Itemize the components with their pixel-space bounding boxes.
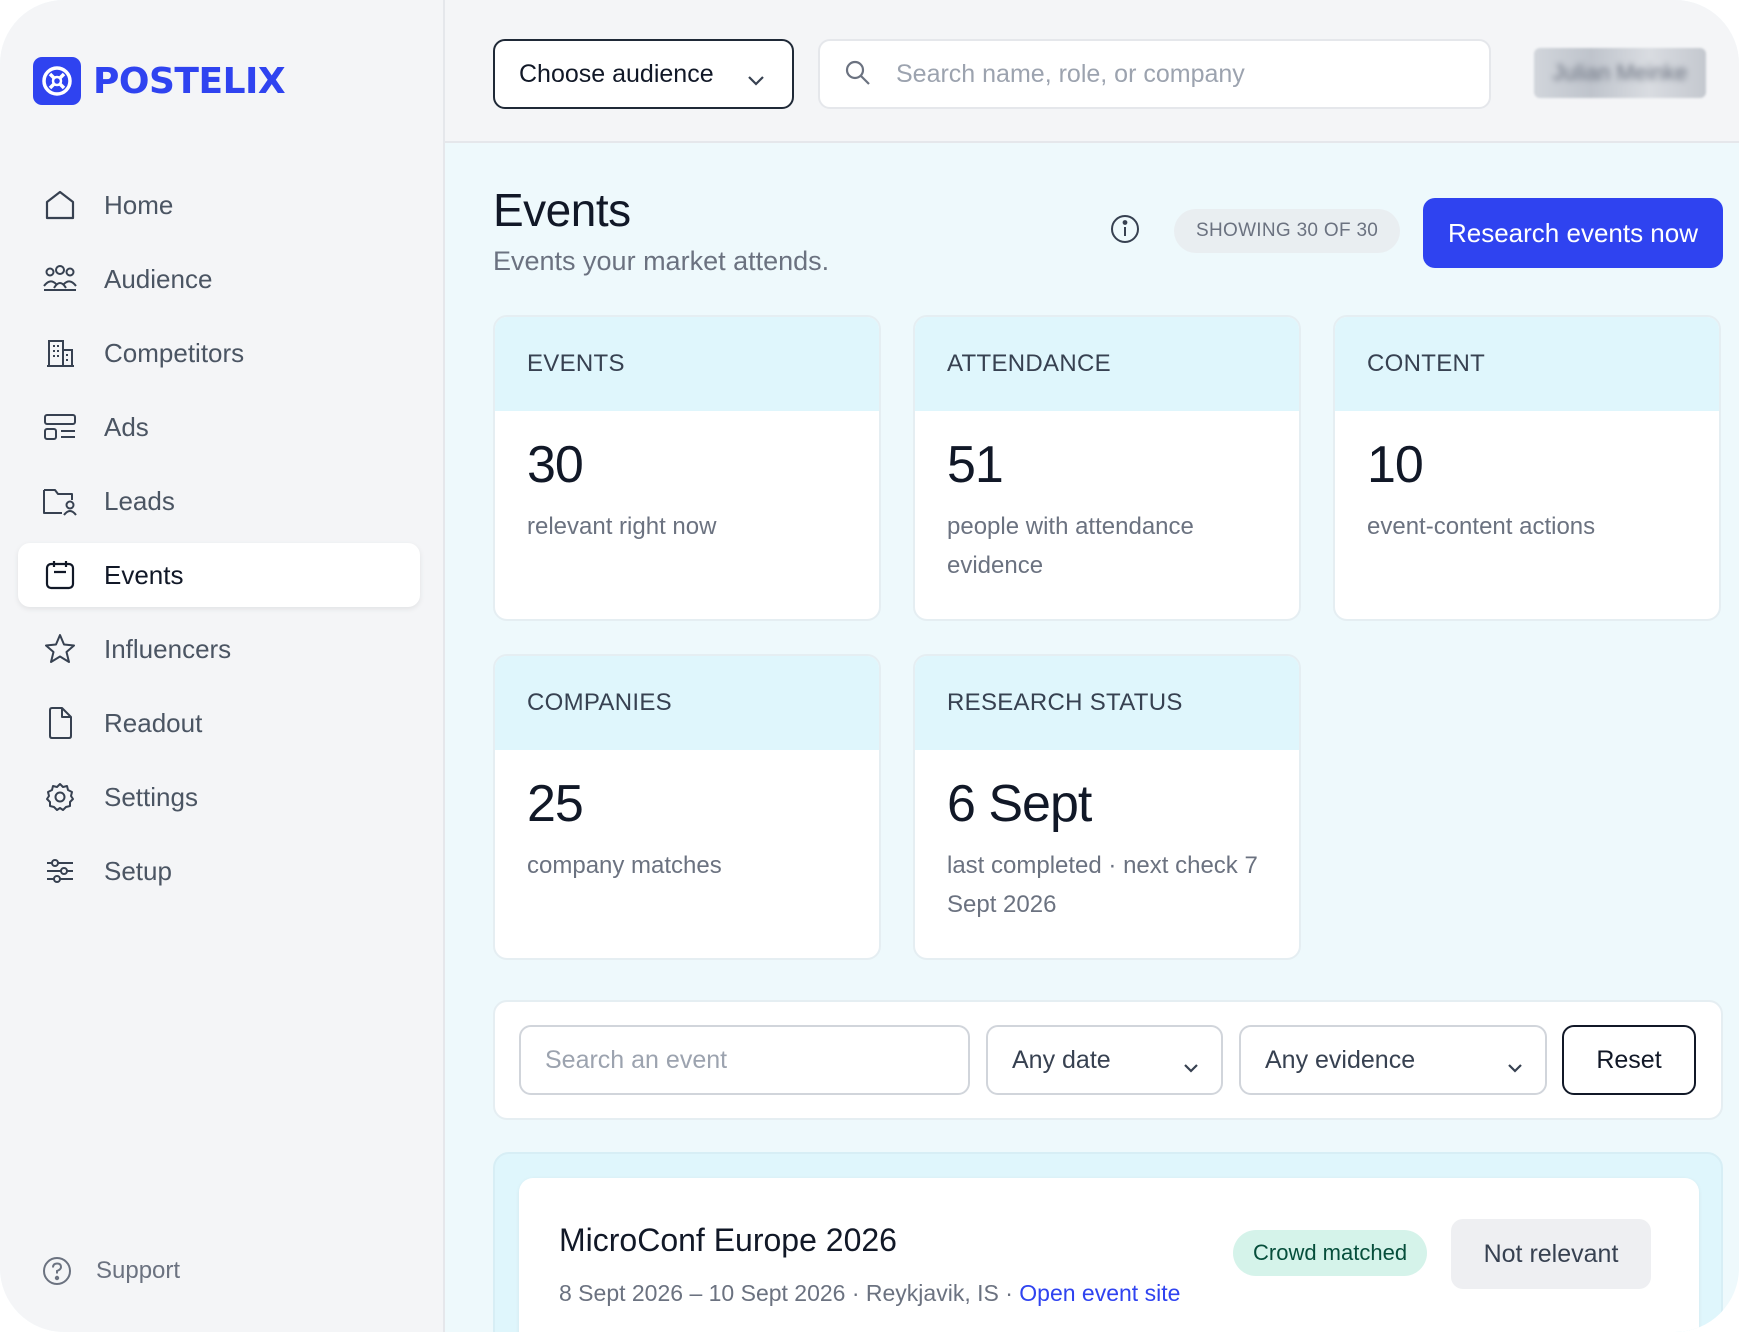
open-event-site-link[interactable]: Open event site [1019,1280,1180,1306]
sidebar-item-label: Competitors [104,337,245,368]
main-content: Events Events your market attends. SHOWI… [445,143,1739,1332]
stat-card-value: 25 [527,775,584,833]
brand-logo[interactable]: POSTELIX [33,57,286,105]
crowd-matched-badge: Crowd matched [1233,1230,1428,1276]
event-meta: 8 Sept 2026 – 10 Sept 2026 · Reykjavik, … [559,1280,1180,1307]
stat-card-label: EVENTS [495,317,879,411]
user-name: Julian Meinke [1552,60,1688,85]
home-icon [42,187,78,223]
chevron-down-icon [746,65,766,94]
event-title: MicroConf Europe 2026 [559,1222,897,1258]
top-bar: Choose audience Julian Meinke [445,0,1739,143]
event-search[interactable] [519,1025,970,1095]
support-link[interactable]: Support [42,1256,180,1286]
sidebar-item-influencers[interactable]: Influencers [18,617,420,681]
audience-select[interactable]: Choose audience [493,39,794,109]
sidebar-nav: Home Audience Competitors Ads Leads Even… [18,173,420,913]
sidebar-item-label: Readout [104,707,203,738]
people-icon [42,261,78,297]
sidebar-item-home[interactable]: Home [18,173,420,237]
stat-card-label: RESEARCH STATUS [915,656,1299,750]
event-card[interactable]: MicroConf Europe 2026 8 Sept 2026 – 10 S… [519,1178,1699,1332]
date-filter-value: Any date [1012,1045,1111,1074]
user-profile[interactable]: Julian Meinke [1534,48,1706,98]
gear-icon [42,779,78,815]
search-icon [844,59,874,89]
sidebar-item-competitors[interactable]: Competitors [18,321,420,385]
sliders-icon [42,853,78,889]
stat-card-desc: last completed · next check 7 Sept 2026 [947,852,1258,918]
help-icon [42,1256,72,1286]
sidebar-item-setup[interactable]: Setup [18,839,420,903]
reset-filters-button[interactable]: Reset [1562,1025,1696,1095]
stat-card-label: COMPANIES [495,656,879,750]
event-list: MicroConf Europe 2026 8 Sept 2026 – 10 S… [493,1152,1723,1332]
event-search-input[interactable] [545,1045,945,1075]
event-filter-bar: Any date Any evidence Reset [493,1000,1723,1120]
sidebar-item-label: Influencers [104,633,232,664]
sidebar-item-label: Settings [104,781,198,812]
sidebar-item-settings[interactable]: Settings [18,765,420,829]
page-subtitle: Events your market attends. [493,246,830,276]
stat-card-label: CONTENT [1335,317,1719,411]
sidebar-item-label: Ads [104,411,149,442]
sidebar-item-leads[interactable]: Leads [18,469,420,533]
chevron-down-icon [1183,1052,1199,1081]
sidebar-item-label: Audience [104,263,213,294]
sidebar-item-label: Leads [104,485,175,516]
showing-count-badge: SHOWING 30 OF 30 [1174,209,1401,253]
info-icon[interactable] [1109,213,1141,245]
star-icon [42,631,78,667]
stat-card-desc: people with attendance evidence [947,513,1194,579]
event-dates-location: 8 Sept 2026 – 10 Sept 2026 · Reykjavik, … [559,1280,1020,1306]
sidebar: POSTELIX Home Audience Competitors Ads L… [0,0,445,1332]
sidebar-item-label: Home [104,189,174,220]
building-icon [42,335,78,371]
evidence-filter-select[interactable]: Any evidence [1239,1025,1547,1095]
brand-name: POSTELIX [93,60,286,102]
evidence-filter-value: Any evidence [1265,1045,1416,1074]
sidebar-item-label: Setup [104,855,172,886]
sidebar-item-label: Events [104,559,184,590]
sidebar-item-events[interactable]: Events [18,543,420,607]
layout-icon [42,409,78,445]
audience-select-value: Choose audience [519,59,714,88]
calendar-icon [42,557,78,593]
stat-card-content: CONTENT 10 event-content actions [1333,315,1721,621]
support-label: Support [96,1257,181,1284]
sidebar-item-readout[interactable]: Readout [18,691,420,755]
logo-icon [33,57,81,105]
sidebar-item-ads[interactable]: Ads [18,395,420,459]
stat-card-companies: COMPANIES 25 company matches [493,654,881,960]
page-title: Events [493,184,631,236]
stat-card-desc: company matches [527,852,722,879]
stat-card-research-status: RESEARCH STATUS 6 Sept last completed · … [913,654,1301,960]
stat-card-value: 6 Sept [947,775,1092,833]
global-search-input[interactable] [896,59,1456,89]
app-window: POSTELIX Home Audience Competitors Ads L… [0,0,1739,1332]
stat-card-events: EVENTS 30 relevant right now [493,315,881,621]
sidebar-item-audience[interactable]: Audience [18,247,420,311]
stat-card-value: 30 [527,436,584,494]
document-icon [42,705,78,741]
not-relevant-button[interactable]: Not relevant [1451,1219,1651,1289]
stat-card-attendance: ATTENDANCE 51 people with attendance evi… [913,315,1301,621]
global-search[interactable] [818,39,1491,109]
research-events-button[interactable]: Research events now [1423,198,1723,268]
date-filter-select[interactable]: Any date [986,1025,1223,1095]
stat-card-desc: relevant right now [527,513,717,540]
stat-card-value: 10 [1367,436,1424,494]
chevron-down-icon [1507,1052,1523,1081]
folder-user-icon [42,483,78,519]
stat-card-value: 51 [947,436,1004,494]
stat-card-label: ATTENDANCE [915,317,1299,411]
stat-card-desc: event-content actions [1367,513,1596,540]
